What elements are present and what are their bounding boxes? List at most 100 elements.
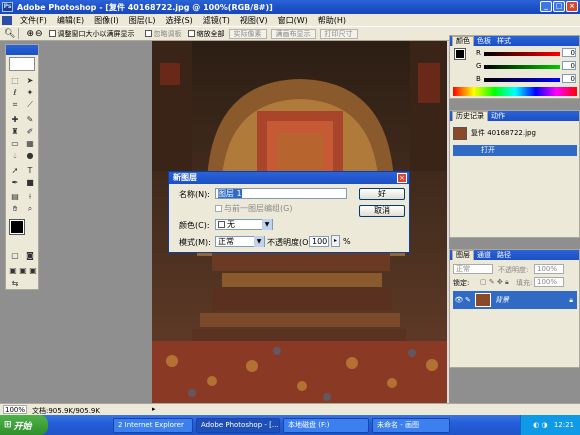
menu-filter[interactable]: 滤镜(T) [198, 15, 235, 26]
foreground-color-swatch[interactable] [9, 219, 25, 235]
b-value[interactable]: 0 [562, 74, 576, 83]
layer-opacity-input[interactable]: 100% [534, 264, 564, 274]
eye-icon[interactable]: 👁︎ [453, 296, 465, 304]
path-selection-tool-icon[interactable]: ➚ [9, 165, 21, 176]
lock-icons[interactable]: ▢ ✎ ✥ 🔒︎ [480, 278, 509, 287]
tab-channels[interactable]: 通道 [474, 251, 494, 260]
layer-name-input[interactable]: 图层 1 [215, 188, 347, 199]
start-button[interactable]: ⊞ 开始 [0, 415, 48, 435]
tab-history[interactable]: 历史记录 [452, 111, 488, 121]
blur-tool-icon[interactable]: 💧︎ [9, 150, 21, 161]
menu-layer[interactable]: 图层(L) [124, 15, 161, 26]
task-internet-explorer[interactable]: 2 Internet Explorer [113, 417, 193, 433]
slice-tool-icon[interactable]: ⟋ [24, 99, 36, 110]
zoom-out-icon[interactable]: ⊖ [35, 29, 43, 39]
pen-tool-icon[interactable]: ✒ [9, 177, 21, 188]
clip-group-checkbox[interactable] [215, 205, 222, 212]
zoom-level-input[interactable]: 100% [3, 405, 27, 414]
screen-mode-3-icon[interactable]: ▣ [27, 265, 39, 276]
resize-window-checkbox[interactable] [48, 30, 56, 37]
panel-foreground-swatch[interactable] [454, 48, 466, 60]
mode-select-value: 正常 [218, 237, 234, 246]
history-snapshot[interactable]: 复件 40168722.jpg [453, 124, 577, 142]
dodge-tool-icon[interactable]: ● [24, 150, 36, 161]
minimize-button[interactable]: _ [540, 1, 552, 12]
standard-mode-icon[interactable]: ▢ [9, 250, 21, 261]
history-brush-tool-icon[interactable]: ✐ [24, 126, 36, 137]
menu-file[interactable]: 文件(F) [15, 15, 52, 26]
mode-select[interactable]: 正常 ▼ [215, 236, 265, 247]
b-label: B [476, 75, 481, 83]
tab-paths[interactable]: 路径 [494, 251, 514, 260]
menu-window[interactable]: 窗口(W) [273, 15, 313, 26]
chevron-down-icon[interactable]: ▼ [262, 219, 272, 230]
crop-tool-icon[interactable]: ⌗ [9, 99, 21, 110]
move-tool-icon[interactable]: ➤ [24, 75, 36, 86]
eyedropper-tool-icon[interactable]: ⟊ [24, 191, 36, 202]
jump-to-imageready-icon[interactable]: ⇆ [9, 278, 21, 289]
notes-tool-icon[interactable]: ▤ [9, 191, 21, 202]
opacity-stepper[interactable]: ▸ [331, 235, 340, 247]
close-button[interactable]: × [566, 1, 578, 12]
gradient-tool-icon[interactable]: ▦ [24, 138, 36, 149]
g-value[interactable]: 0 [562, 61, 576, 70]
r-value[interactable]: 0 [562, 48, 576, 57]
toolbox-header[interactable] [6, 45, 38, 55]
hand-tool-icon[interactable]: ✋︎ [9, 203, 21, 214]
blend-mode-select[interactable]: 正常 [453, 264, 493, 274]
chevron-down-icon[interactable]: ▼ [254, 236, 264, 247]
print-size-button[interactable]: 打印尺寸 [319, 28, 358, 39]
menu-image[interactable]: 图像(I) [89, 15, 124, 26]
menu-select[interactable]: 选择(S) [160, 15, 197, 26]
tray-icons[interactable]: ◐ ◑ [533, 421, 547, 429]
r-slider[interactable] [484, 52, 560, 56]
marquee-tool-icon[interactable]: ⬚ [9, 75, 21, 86]
maximize-button[interactable]: □ [553, 1, 565, 12]
healing-brush-tool-icon[interactable]: ✚ [9, 114, 21, 125]
layer-row-background[interactable]: 👁︎ ✎ 背景 🔒︎ [453, 291, 577, 309]
fit-screen-button[interactable]: 满画布显示 [270, 28, 316, 39]
task-photoshop[interactable]: Adobe Photoshop - [... [196, 417, 280, 433]
status-menu-arrow[interactable]: ▸ [152, 405, 156, 413]
opacity-input[interactable]: 100 [309, 236, 329, 247]
dialog-close-button[interactable]: × [397, 173, 407, 183]
zoom-all-checkbox[interactable] [187, 30, 195, 37]
actual-pixels-button[interactable]: 实际像素 [228, 28, 267, 39]
lasso-tool-icon[interactable]: ℓ [9, 87, 21, 98]
b-slider[interactable] [484, 78, 560, 82]
lock-label: 锁定: [453, 279, 470, 287]
ignore-palettes-checkbox[interactable] [144, 30, 152, 37]
task-local-disk[interactable]: 本地磁盘 (F:) [283, 417, 369, 433]
new-layer-dialog: 新图层 × 名称(N): 图层 1 与前一图层编组(G) 颜色(C): 无 ▼ 模… [168, 171, 410, 253]
g-slider[interactable] [484, 65, 560, 69]
quick-mask-mode-icon[interactable]: ◙ [24, 250, 36, 261]
zoom-tool-icon[interactable]: ⌕ [24, 203, 36, 214]
spectrum-ramp[interactable] [453, 87, 577, 96]
cancel-button[interactable]: 取消 [359, 205, 405, 217]
brush-tool-icon[interactable]: ✎ [24, 114, 36, 125]
type-tool-icon[interactable]: T [24, 165, 36, 176]
dialog-title: 新图层 [169, 172, 409, 184]
tab-styles[interactable]: 样式 [494, 37, 514, 46]
layer-fill-input[interactable]: 100% [534, 277, 564, 287]
app-menu-icon[interactable] [2, 15, 12, 25]
magic-wand-tool-icon[interactable]: ✦ [24, 87, 36, 98]
zoom-tool-icon[interactable]: 🔍︎ [4, 29, 15, 39]
zoom-in-icon[interactable]: ⊕ [26, 29, 34, 39]
clip-group-label: 与前一图层编组(G) [224, 204, 293, 213]
tab-actions[interactable]: 动作 [488, 112, 508, 121]
menu-edit[interactable]: 编辑(E) [52, 15, 89, 26]
tab-layers[interactable]: 图层 [452, 250, 474, 260]
clone-stamp-tool-icon[interactable]: ♜ [9, 126, 21, 137]
color-select[interactable]: 无 ▼ [215, 219, 273, 230]
menu-help[interactable]: 帮助(H) [313, 15, 351, 26]
menu-view[interactable]: 视图(V) [235, 15, 273, 26]
ok-button[interactable]: 好 [359, 188, 405, 200]
eraser-tool-icon[interactable]: ▭ [9, 138, 21, 149]
toolbox: ⬚ ➤ ℓ ✦ ⌗ ⟋ ✚ ✎ ♜ ✐ ▭ ▦ 💧︎ ● ➚ T ✒ ■ ▤ ⟊… [5, 44, 39, 290]
task-paint[interactable]: 未命名 - 画图 [372, 417, 450, 433]
history-item-open[interactable]: 打开 [453, 145, 577, 156]
shape-tool-icon[interactable]: ■ [24, 177, 36, 188]
tab-swatches[interactable]: 色板 [474, 37, 494, 46]
tab-color[interactable]: 颜色 [452, 36, 474, 46]
